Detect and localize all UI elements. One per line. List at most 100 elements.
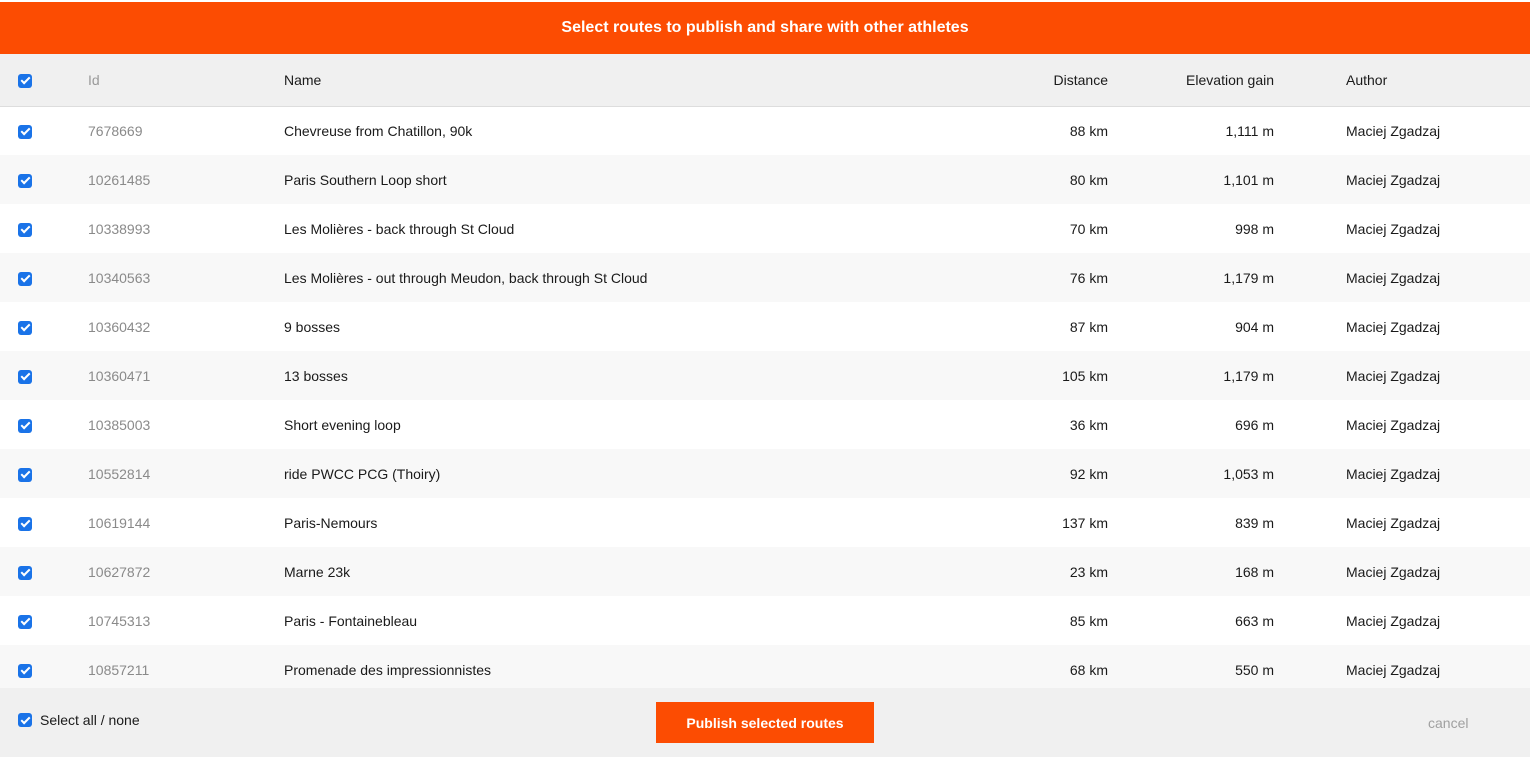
- table-row[interactable]: 10360471 13 bosses 105 km 1,179 m Maciej Zga…: [0, 351, 1530, 400]
- route-name: Paris-Nemours: [284, 514, 378, 531]
- route-id: 10857211: [88, 661, 150, 678]
- row-checkbox-cell: [0, 498, 88, 547]
- row-checkbox[interactable]: [18, 271, 32, 286]
- route-distance: 36 km: [1069, 416, 1108, 433]
- route-name: 13 bosses: [284, 367, 348, 384]
- route-elevation-gain: 1,111 m: [1225, 122, 1274, 139]
- select-all-label[interactable]: Select all / none: [40, 712, 140, 728]
- route-id: 10627872: [88, 563, 151, 580]
- table-row[interactable]: 10385003 Short evening loop 36 km 696 m Maci…: [0, 400, 1530, 449]
- table-row[interactable]: 10619144 Paris-Nemours 137 km 839 m Maciej Z…: [0, 498, 1530, 547]
- select-all-toggle[interactable]: Select all / none: [18, 712, 140, 728]
- route-author: Maciej Zgadzaj: [1346, 171, 1441, 188]
- route-distance: 87 km: [1069, 318, 1108, 335]
- route-name: Paris Southern Loop short: [284, 171, 447, 188]
- route-distance: 105 km: [1062, 367, 1108, 384]
- route-author: Maciej Zgadzaj: [1346, 416, 1441, 433]
- route-author: Maciej Zgadzaj: [1346, 465, 1441, 482]
- row-checkbox-cell: [0, 547, 88, 596]
- route-distance: 70 km: [1069, 220, 1108, 237]
- table-row[interactable]: 10338993 Les Molières - back through St C…: [0, 204, 1530, 253]
- column-header-elevation-gain[interactable]: Elevation gain: [1108, 54, 1274, 106]
- row-checkbox[interactable]: [18, 663, 32, 678]
- route-elevation-gain: 904 m: [1235, 318, 1274, 335]
- route-elevation-gain: 663 m: [1235, 612, 1274, 629]
- column-header-distance[interactable]: Distance: [984, 54, 1108, 106]
- row-checkbox-cell: [0, 351, 88, 400]
- route-name: Les Molières - out through Meudon, back …: [284, 269, 648, 286]
- route-elevation-gain: 168 m: [1235, 563, 1274, 580]
- route-distance: 92 km: [1069, 465, 1108, 482]
- row-checkbox[interactable]: [18, 516, 32, 531]
- row-checkbox-cell: [0, 645, 88, 694]
- route-author: Maciej Zgadzaj: [1346, 318, 1441, 335]
- route-author: Maciej Zgadzaj: [1346, 220, 1441, 237]
- table-row[interactable]: 10360432 9 bosses 87 km 904 m Maciej Zgadzaj: [0, 302, 1530, 351]
- header-checkbox-cell: [0, 54, 88, 106]
- route-name: Paris - Fontainebleau: [284, 612, 418, 629]
- route-name: Les Molières - back through St Cloud: [284, 220, 515, 237]
- row-checkbox[interactable]: [18, 124, 32, 139]
- route-name: Marne 23k: [284, 563, 351, 580]
- route-id: 10619144: [88, 514, 151, 531]
- row-checkbox-cell: [0, 106, 88, 155]
- row-checkbox[interactable]: [18, 369, 32, 384]
- row-checkbox[interactable]: [18, 418, 32, 433]
- route-name: Short evening loop: [284, 416, 401, 433]
- table-row[interactable]: 10261485 Paris Southern Loop short 80 km 1,…: [0, 155, 1530, 204]
- table-row[interactable]: 10552814 ride PWCC PCG (Thoiry) 92 km 1,053…: [0, 449, 1530, 498]
- route-elevation-gain: 839 m: [1235, 514, 1274, 531]
- row-checkbox-cell: [0, 204, 88, 253]
- table-row[interactable]: 7678669 Chevreuse from Chatillon, 90k 88 k…: [0, 106, 1530, 155]
- column-header-name[interactable]: Name: [284, 54, 984, 106]
- route-author: Maciej Zgadzaj: [1346, 661, 1441, 678]
- route-elevation-gain: 1,101 m: [1223, 171, 1274, 188]
- row-checkbox[interactable]: [18, 467, 32, 482]
- route-distance: 23 km: [1069, 563, 1108, 580]
- row-checkbox-cell: [0, 400, 88, 449]
- route-elevation-gain: 550 m: [1235, 661, 1274, 678]
- route-id: 10745313: [88, 612, 151, 629]
- table-row[interactable]: 10745313 Paris - Fontainebleau 85 km 663 m M…: [0, 596, 1530, 645]
- cancel-link[interactable]: cancel: [1428, 715, 1468, 731]
- table-row[interactable]: 10627872 Marne 23k 23 km 168 m Maciej Zgadza…: [0, 547, 1530, 596]
- route-name: ride PWCC PCG (Thoiry): [284, 465, 441, 482]
- route-distance: 76 km: [1069, 269, 1108, 286]
- route-author: Maciej Zgadzaj: [1346, 367, 1441, 384]
- column-header-author[interactable]: Author: [1274, 54, 1530, 106]
- route-elevation-gain: 1,179 m: [1223, 367, 1274, 384]
- route-author: Maciej Zgadzaj: [1346, 563, 1441, 580]
- row-checkbox[interactable]: [18, 222, 32, 237]
- table-row[interactable]: 10340563 Les Molières - out through Meudo…: [0, 253, 1530, 302]
- select-all-checkbox[interactable]: [18, 713, 32, 727]
- row-checkbox[interactable]: [18, 320, 32, 335]
- route-distance: 80 km: [1069, 171, 1108, 188]
- route-distance: 85 km: [1069, 612, 1108, 629]
- row-checkbox[interactable]: [18, 565, 32, 580]
- column-header-id[interactable]: Id: [88, 54, 284, 106]
- route-elevation-gain: 696 m: [1235, 416, 1274, 433]
- route-name: 9 bosses: [284, 318, 341, 335]
- route-name: Chevreuse from Chatillon, 90k: [284, 122, 473, 139]
- routes-table-container: Id Name Distance Elevation gain Author 7…: [0, 54, 1530, 694]
- route-author: Maciej Zgadzaj: [1346, 122, 1441, 139]
- banner-title: Select routes to publish and share with …: [561, 19, 969, 36]
- route-distance: 68 km: [1069, 661, 1108, 678]
- route-id: 10552814: [88, 465, 151, 482]
- header-select-checkbox[interactable]: [18, 73, 32, 88]
- page-banner: Select routes to publish and share with …: [0, 2, 1530, 54]
- row-checkbox-cell: [0, 449, 88, 498]
- row-checkbox[interactable]: [18, 173, 32, 188]
- publish-selected-routes-button[interactable]: Publish selected routes: [656, 702, 874, 743]
- table-row[interactable]: 10857211 Promenade des impressionnistes 68…: [0, 645, 1530, 694]
- row-checkbox[interactable]: [18, 614, 32, 629]
- route-elevation-gain: 1,053 m: [1223, 465, 1274, 482]
- route-id: 10385003: [88, 416, 151, 433]
- route-id: 10340563: [88, 269, 151, 286]
- route-distance: 137 km: [1062, 514, 1108, 531]
- table-body: 7678669 Chevreuse from Chatillon, 90k 88 k…: [0, 106, 1530, 694]
- route-id: 10261485: [88, 171, 151, 188]
- route-author: Maciej Zgadzaj: [1346, 514, 1441, 531]
- route-elevation-gain: 998 m: [1235, 220, 1274, 237]
- route-id: 10338993: [88, 220, 151, 237]
